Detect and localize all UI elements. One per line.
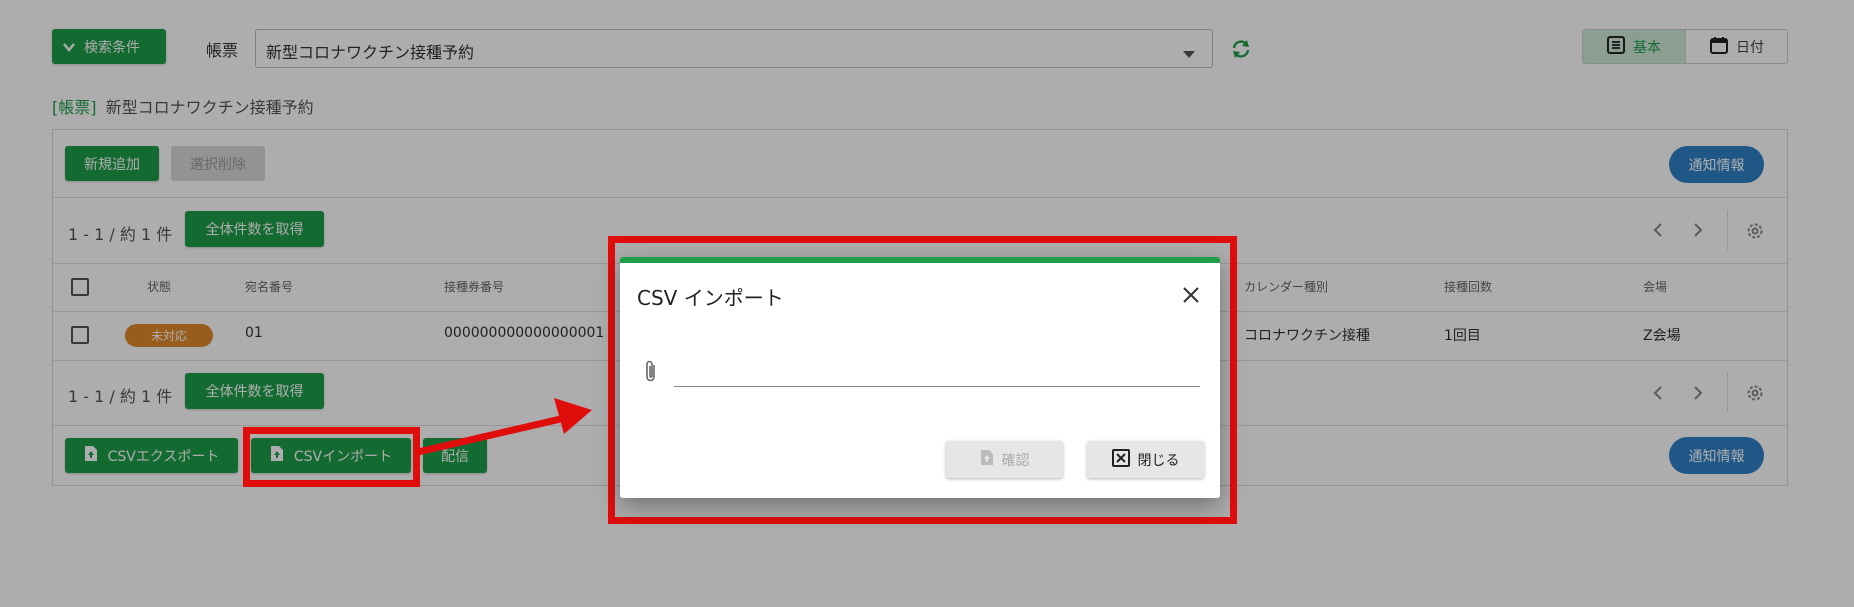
file-upload-icon [980,449,994,470]
close-icon[interactable] [1182,286,1200,304]
paperclip-icon[interactable] [644,359,658,387]
annotation-highlight-csv-import [243,427,420,487]
confirm-button[interactable]: 確認 [946,441,1063,478]
confirm-button-label: 確認 [1001,452,1030,469]
csv-import-dialog: CSV インポート 確認 閉じる [620,257,1220,498]
dialog-accent-bar [620,257,1220,263]
file-input[interactable] [674,349,1200,387]
close-dialog-button[interactable]: 閉じる [1087,441,1204,478]
close-box-icon [1111,448,1130,471]
close-dialog-label: 閉じる [1137,452,1180,469]
annotation-arrow [410,390,600,460]
dialog-title: CSV インポート [637,286,784,310]
